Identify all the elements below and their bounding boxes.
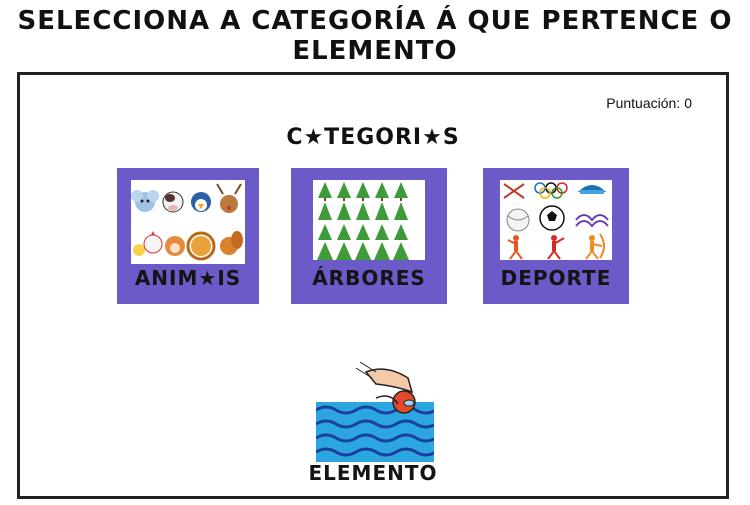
page-title: SELECCIONA A CATEGORÍA Á QUE PERTENCE O …: [17, 6, 733, 66]
category-label-animals: ANIM★IS: [134, 266, 242, 290]
game-frame: Puntuación: 0 C★TEGORI★S ANIM★IS ÁRBORES…: [17, 72, 729, 499]
trees-icon: [313, 180, 425, 260]
score-value: 0: [684, 95, 692, 111]
category-card-trees[interactable]: ÁRBORES: [291, 168, 447, 304]
category-card-sports[interactable]: DEPORTE: [483, 168, 629, 304]
categories-heading: C★TEGORI★S: [286, 125, 460, 150]
sports-icon: [500, 180, 612, 260]
score-display: Puntuación: 0: [606, 95, 696, 111]
category-label-sports: DEPORTE: [500, 266, 612, 290]
score-label: Puntuación:: [606, 95, 681, 111]
element-label: ELEMENTO: [308, 461, 438, 485]
animals-icon: [131, 180, 245, 264]
category-label-trees: ÁRBORES: [312, 266, 426, 290]
swimmer-icon[interactable]: [316, 358, 434, 462]
category-card-animals[interactable]: ANIM★IS: [117, 168, 259, 304]
